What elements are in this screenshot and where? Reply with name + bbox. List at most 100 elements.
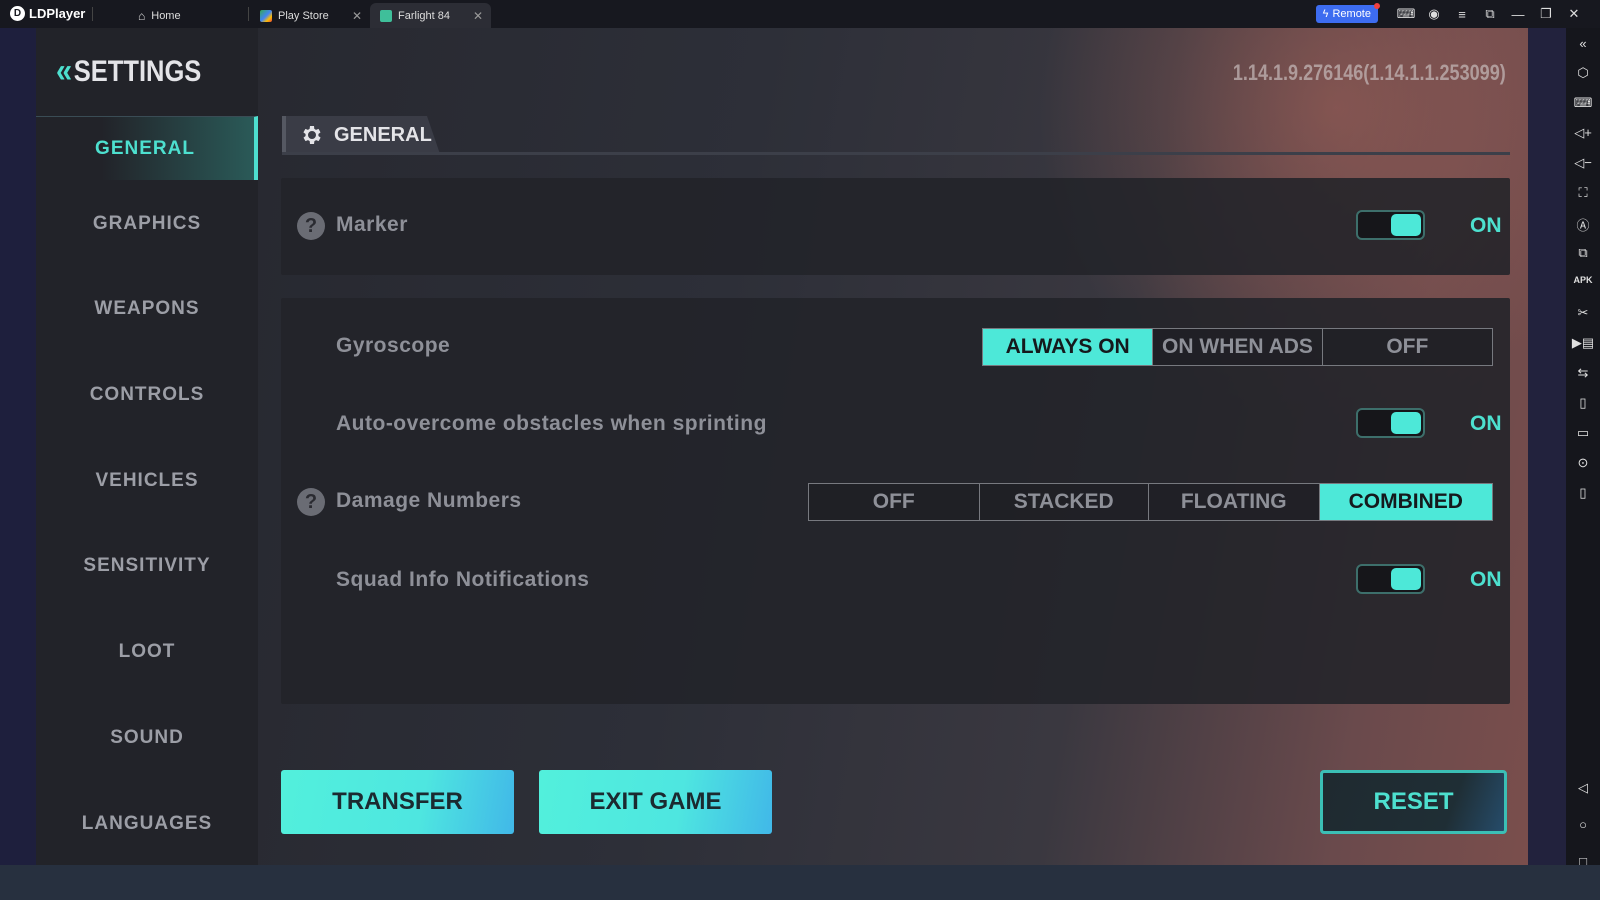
close-icon[interactable]: ✕: [352, 9, 362, 23]
folder-icon[interactable]: ▭: [1566, 425, 1600, 441]
help-icon[interactable]: ?: [297, 488, 325, 516]
marker-panel: ? Marker ON: [281, 178, 1510, 275]
nav-label: GRAPHICS: [92, 213, 202, 234]
tab-farlight-84[interactable]: Farlight 84 ✕: [370, 3, 491, 28]
settings-title: SETTINGS: [73, 54, 202, 88]
volume-down-icon[interactable]: ◁−: [1566, 155, 1600, 171]
gyroscope-label: Gyroscope: [336, 334, 451, 357]
remote-button[interactable]: ϟ Remote: [1315, 3, 1380, 23]
marker-state: ON: [1470, 214, 1502, 237]
marker-label: Marker: [336, 213, 408, 236]
nav-label: GENERAL: [95, 137, 195, 159]
back-chevrons-icon[interactable]: «: [56, 52, 72, 91]
squad-info-toggle[interactable]: [1356, 564, 1425, 594]
nav-label: LOOT: [118, 641, 176, 662]
gyroscope-option-off[interactable]: OFF: [1322, 329, 1492, 365]
gamepad-icon[interactable]: ⌨: [1392, 6, 1420, 22]
gyroscope-option-on-when-ads[interactable]: ON WHEN ADS: [1153, 329, 1323, 365]
nav-general[interactable]: GENERAL: [36, 116, 258, 180]
toggle-knob: [1391, 568, 1421, 590]
title-bar: D LDPlayer ⌂ Home Play Store ✕ Farlight …: [0, 0, 1600, 28]
remote-label: Remote: [1332, 8, 1371, 20]
tab-label: Play Store: [278, 9, 329, 22]
multi-instance-icon[interactable]: ⧉: [1566, 245, 1600, 261]
close-icon[interactable]: ✕: [473, 9, 483, 23]
minimize-icon[interactable]: —: [1504, 7, 1532, 22]
collapse-icon[interactable]: «: [1566, 36, 1600, 51]
home-circle-icon[interactable]: ○: [1566, 817, 1600, 832]
settings-icon[interactable]: ⬡: [1566, 65, 1600, 81]
nav-controls[interactable]: CONTROLS: [36, 363, 258, 427]
section-tab-general: GENERAL: [282, 116, 440, 154]
divider: [92, 7, 93, 21]
resize-icon[interactable]: ⧉: [1476, 6, 1504, 22]
gear-icon: [303, 126, 321, 144]
ldplayer-logo-icon: D: [10, 6, 25, 21]
nav-vehicles[interactable]: VEHICLES: [36, 449, 258, 513]
auto-overcome-toggle[interactable]: [1356, 408, 1425, 438]
reset-button[interactable]: RESET: [1320, 770, 1507, 834]
damage-option-combined[interactable]: COMBINED: [1319, 484, 1492, 520]
app-logo: D LDPlayer: [10, 6, 85, 21]
gyroscope-selector: ALWAYS ON ON WHEN ADS OFF: [982, 328, 1493, 366]
nav-loot[interactable]: LOOT: [36, 620, 258, 684]
marker-toggle[interactable]: [1356, 210, 1425, 240]
nav-label: SENSITIVITY: [83, 555, 211, 576]
gyroscope-option-always-on[interactable]: ALWAYS ON: [983, 329, 1154, 365]
rotate-icon[interactable]: ▯: [1566, 485, 1600, 501]
keyboard-icon[interactable]: ⌨: [1566, 95, 1600, 111]
damage-option-off[interactable]: OFF: [809, 484, 980, 520]
farlight-icon: [380, 9, 392, 22]
play-store-icon: [260, 9, 272, 22]
help-icon[interactable]: ?: [297, 212, 325, 240]
damage-option-floating[interactable]: FLOATING: [1149, 484, 1320, 520]
screenshot-icon[interactable]: ⛶: [1566, 185, 1600, 201]
exit-game-button[interactable]: EXIT GAME: [539, 770, 772, 834]
record-icon[interactable]: ▶▤: [1566, 335, 1600, 351]
nav-label: WEAPONS: [94, 298, 200, 319]
section-title: GENERAL: [334, 123, 432, 146]
damage-option-stacked[interactable]: STACKED: [979, 484, 1149, 520]
tab-label: Home: [151, 9, 181, 22]
auto-overcome-state: ON: [1470, 412, 1502, 435]
left-frame: [0, 28, 36, 865]
scissors-icon[interactable]: ✂: [1566, 305, 1600, 321]
toggle-knob: [1391, 412, 1421, 434]
restore-icon[interactable]: ❐: [1532, 6, 1560, 22]
auto-rotate-icon[interactable]: Ⓐ: [1566, 215, 1600, 234]
damage-numbers-label: Damage Numbers: [336, 489, 522, 512]
options-panel: Gyroscope ALWAYS ON ON WHEN ADS OFF Auto…: [281, 298, 1510, 704]
divider: [248, 7, 249, 21]
settings-header: « SETTINGS: [56, 52, 201, 91]
notification-dot: [1374, 3, 1380, 9]
nav-label: SOUND: [110, 727, 184, 748]
tab-home[interactable]: ⌂ Home: [128, 3, 246, 28]
app-name: LDPlayer: [29, 6, 86, 21]
tab-play-store[interactable]: Play Store ✕: [250, 3, 370, 28]
nav-sensitivity[interactable]: SENSITIVITY: [36, 534, 258, 598]
nav-label: LANGUAGES: [81, 813, 213, 834]
nav-label: CONTROLS: [89, 384, 205, 405]
auto-overcome-label: Auto-overcome obstacles when sprinting: [336, 412, 767, 435]
nav-weapons[interactable]: WEAPONS: [36, 277, 258, 341]
menu-icon[interactable]: ≡: [1448, 7, 1476, 22]
account-icon[interactable]: ◉: [1420, 6, 1448, 22]
right-toolbar: « ⬡ ⌨ ◁+ ◁− ⛶ Ⓐ ⧉ APK ✂ ▶▤ ⇆ ▯ ▭ ⊙ ▯ ◁ ○…: [1566, 28, 1600, 869]
nav-languages[interactable]: LANGUAGES: [36, 792, 258, 856]
sync-icon[interactable]: ⇆: [1566, 365, 1600, 381]
nav-graphics[interactable]: GRAPHICS: [36, 192, 258, 256]
volume-up-icon[interactable]: ◁+: [1566, 125, 1600, 141]
close-icon[interactable]: ✕: [1560, 6, 1588, 22]
lightning-icon: ϟ: [1322, 8, 1329, 20]
back-icon[interactable]: ◁: [1566, 780, 1600, 796]
damage-numbers-selector: OFF STACKED FLOATING COMBINED: [808, 483, 1493, 521]
nav-label: VEHICLES: [95, 470, 199, 491]
apk-install-icon[interactable]: APK: [1566, 275, 1600, 285]
bottom-bar: [0, 865, 1600, 900]
location-icon[interactable]: ⊙: [1566, 455, 1600, 471]
toggle-knob: [1391, 214, 1421, 236]
transfer-button[interactable]: TRANSFER: [281, 770, 514, 834]
nav-sound[interactable]: SOUND: [36, 706, 258, 770]
shake-icon[interactable]: ▯: [1566, 395, 1600, 411]
squad-info-label: Squad Info Notifications: [336, 568, 590, 591]
